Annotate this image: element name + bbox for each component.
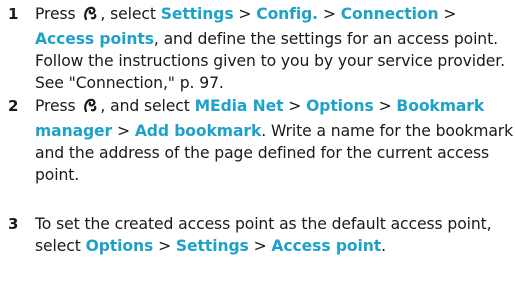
menu-item-media-net: MEdia Net <box>194 97 284 115</box>
step-text: To set the created access point as the d… <box>35 215 492 255</box>
step-number: 2 <box>8 97 19 115</box>
menu-item-add-bookmark: Add bookmark <box>134 122 262 140</box>
menu-item-options: Options <box>85 237 154 255</box>
menu-item-access-points: Access points <box>35 30 154 48</box>
menu-item-options: Options <box>306 97 374 115</box>
step-text: Press , and select MEdia Net > Options >… <box>35 96 514 184</box>
instruction-list: 1 Press , select Settings > Config. > Co… <box>0 0 515 282</box>
step-number: 3 <box>8 215 19 233</box>
menu-key-icon <box>81 4 99 28</box>
step-text: Press , select Settings > Config. > Conn… <box>35 4 506 92</box>
menu-item-access-point: Access point <box>271 237 382 255</box>
menu-key-icon <box>81 96 99 120</box>
menu-item-connection: Connection <box>340 5 439 23</box>
menu-item-config: Config. <box>256 5 318 23</box>
step-number: 1 <box>8 5 19 23</box>
menu-item-settings: Settings <box>175 237 249 255</box>
menu-item-settings: Settings <box>160 5 234 23</box>
